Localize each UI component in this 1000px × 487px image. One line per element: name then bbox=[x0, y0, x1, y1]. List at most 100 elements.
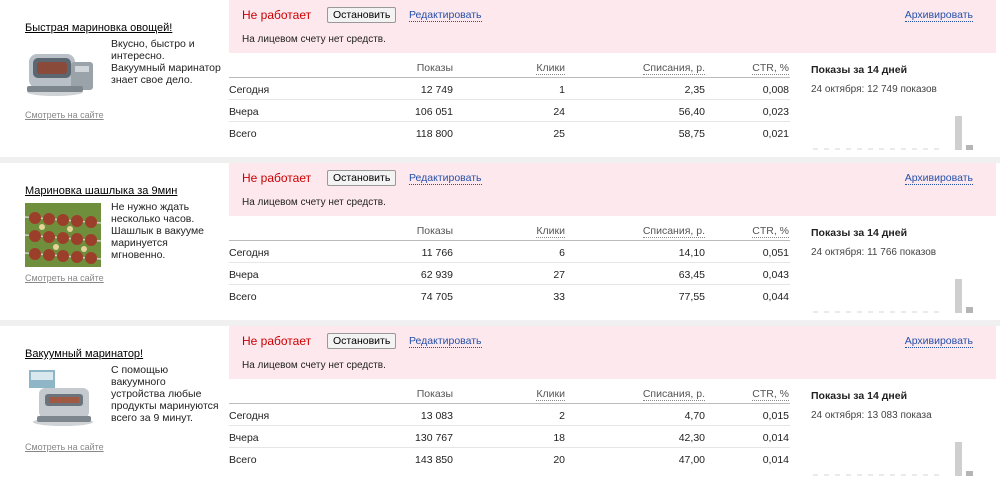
vacuum-device-image bbox=[25, 366, 101, 430]
view-on-site-link[interactable]: Смотреть на сайте bbox=[25, 442, 104, 452]
ctr-header[interactable]: CTR, % bbox=[752, 62, 789, 75]
stats-header: Показы Клики Списания, р. CTR, % bbox=[229, 225, 790, 241]
clicks-header[interactable]: Клики bbox=[536, 388, 565, 401]
ad-block-2: Маринoвка шашлыка за 9мин Не нужно ждать… bbox=[0, 163, 1000, 320]
spend-value: 2,35 bbox=[684, 84, 705, 96]
view-on-site-link[interactable]: Смотреть на сайте bbox=[25, 110, 104, 120]
vacuum-marinator-image bbox=[25, 40, 101, 104]
table-row: Сегодня 13 083 2 4,70 0,015 bbox=[229, 404, 790, 426]
table-row: Вчера 130 767 18 42,30 0,014 bbox=[229, 426, 790, 448]
ad-block-3: Вакуумный маринатор! С помощью вакуумног… bbox=[0, 326, 1000, 483]
ad-text: Вкусно, быстро и интересно. Вакуумный ма… bbox=[111, 38, 221, 86]
spend-value: 63,45 bbox=[678, 269, 705, 281]
spend-value: 4,70 bbox=[684, 410, 705, 422]
stop-button[interactable]: Остановить bbox=[327, 170, 397, 186]
impressions-title: Показы за 14 дней bbox=[811, 390, 908, 402]
row-label: Всего bbox=[229, 128, 257, 140]
row-label: Сегодня bbox=[229, 247, 270, 259]
ctr-value: 0,021 bbox=[762, 128, 789, 140]
archive-link[interactable]: Архивировать bbox=[904, 172, 973, 185]
edit-link[interactable]: Редактировать bbox=[409, 172, 482, 185]
row-label: Сегодня bbox=[229, 410, 270, 422]
shows-value: 106 051 bbox=[415, 106, 453, 118]
spend-value: 77,55 bbox=[678, 291, 705, 303]
clicks-value: 1 bbox=[559, 84, 565, 96]
ad-title-link[interactable]: Маринoвка шашлыка за 9мин bbox=[25, 185, 210, 197]
ctr-header[interactable]: CTR, % bbox=[752, 388, 789, 401]
stop-button[interactable]: Остановить bbox=[327, 333, 397, 349]
stats-header: Показы Клики Списания, р. CTR, % bbox=[229, 62, 790, 78]
status-bar: Не работает Остановить Редактировать Арх… bbox=[229, 163, 996, 216]
ctr-value: 0,014 bbox=[762, 454, 789, 466]
ad-text: С помощью вакуумного устройства любые пр… bbox=[111, 364, 219, 424]
shows-value: 62 939 bbox=[420, 269, 453, 281]
clicks-value: 33 bbox=[553, 291, 565, 303]
table-row: Всего 118 800 25 58,75 0,021 bbox=[229, 122, 790, 144]
impressions-summary: Показы за 14 дней 24 октября: 11 766 пок… bbox=[811, 227, 981, 258]
impressions-title: Показы за 14 дней bbox=[811, 64, 908, 76]
ctr-value: 0,044 bbox=[762, 291, 789, 303]
shows-value: 143 850 bbox=[415, 454, 453, 466]
shows-value: 12 749 bbox=[420, 84, 453, 96]
spend-header[interactable]: Списания, р. bbox=[642, 388, 705, 401]
ad-block-1: Быстрая маринoвка овощей! Вкусно, быстро… bbox=[0, 0, 1000, 157]
clicks-value: 18 bbox=[553, 432, 565, 444]
ctr-value: 0,008 bbox=[762, 84, 789, 96]
ad-preview: Вакуумный маринатор! С помощью вакуумног… bbox=[25, 348, 219, 454]
status-bar: Не работает Остановить Редактировать Арх… bbox=[229, 326, 996, 379]
impressions-summary: Показы за 14 дней 24 октября: 13 083 пок… bbox=[811, 390, 981, 421]
stats-table: Показы Клики Списания, р. CTR, % Сегодня… bbox=[229, 388, 790, 470]
row-label: Всего bbox=[229, 454, 257, 466]
row-label: Вчера bbox=[229, 432, 259, 444]
no-funds-message: На лицевом счету нет средств. bbox=[242, 197, 386, 208]
shows-value: 74 705 bbox=[420, 291, 453, 303]
shashlik-image bbox=[25, 203, 101, 267]
edit-link[interactable]: Редактировать bbox=[409, 9, 482, 22]
shows-value: 118 800 bbox=[415, 128, 453, 140]
no-funds-message: На лицевом счету нет средств. bbox=[242, 360, 386, 371]
table-row: Всего 74 705 33 77,55 0,044 bbox=[229, 285, 790, 307]
spend-header[interactable]: Списания, р. bbox=[642, 225, 705, 238]
row-label: Сегодня bbox=[229, 84, 270, 96]
table-row: Сегодня 12 749 1 2,35 0,008 bbox=[229, 78, 790, 100]
shows-value: 13 083 bbox=[420, 410, 453, 422]
status-label: Не работает bbox=[242, 8, 312, 22]
table-row: Сегодня 11 766 6 14,10 0,051 bbox=[229, 241, 790, 263]
clicks-value: 24 bbox=[553, 106, 565, 118]
edit-link[interactable]: Редактировать bbox=[409, 335, 482, 348]
status-label: Не работает bbox=[242, 334, 312, 348]
impressions-title: Показы за 14 дней bbox=[811, 227, 908, 239]
archive-link[interactable]: Архивировать bbox=[904, 335, 973, 348]
stats-table: Показы Клики Списания, р. CTR, % Сегодня… bbox=[229, 225, 790, 307]
ctr-value: 0,014 bbox=[762, 432, 789, 444]
view-on-site-link[interactable]: Смотреть на сайте bbox=[25, 273, 104, 283]
clicks-value: 20 bbox=[553, 454, 565, 466]
stop-button[interactable]: Остановить bbox=[327, 7, 397, 23]
ad-title-link[interactable]: Быстрая маринoвка овощей! bbox=[25, 22, 210, 34]
status-bar: Не работает Остановить Редактировать Арх… bbox=[229, 0, 996, 53]
table-row: Всего 143 850 20 47,00 0,014 bbox=[229, 448, 790, 470]
clicks-value: 2 bbox=[559, 410, 565, 422]
archive-link[interactable]: Архивировать bbox=[904, 9, 973, 22]
table-row: Вчера 62 939 27 63,45 0,043 bbox=[229, 263, 790, 285]
spend-value: 42,30 bbox=[678, 432, 705, 444]
clicks-header[interactable]: Клики bbox=[536, 62, 565, 75]
shows-value: 11 766 bbox=[421, 247, 453, 259]
row-label: Всего bbox=[229, 291, 257, 303]
status-label: Не работает bbox=[242, 171, 312, 185]
shows-header: Показы bbox=[416, 62, 453, 74]
impressions-sparkline bbox=[813, 279, 973, 313]
spend-value: 56,40 bbox=[678, 106, 705, 118]
ad-title-link[interactable]: Вакуумный маринатор! bbox=[25, 348, 210, 360]
ctr-value: 0,015 bbox=[762, 410, 789, 422]
ctr-header[interactable]: CTR, % bbox=[752, 225, 789, 238]
spend-header[interactable]: Списания, р. bbox=[642, 62, 705, 75]
impressions-subtitle: 24 октября: 12 749 показов bbox=[811, 84, 937, 95]
ctr-value: 0,043 bbox=[762, 269, 789, 281]
clicks-header[interactable]: Клики bbox=[536, 225, 565, 238]
stats-table: Показы Клики Списания, р. CTR, % Сегодня… bbox=[229, 62, 790, 144]
shows-header: Показы bbox=[416, 225, 453, 237]
spend-value: 58,75 bbox=[678, 128, 705, 140]
impressions-subtitle: 24 октября: 11 766 показов bbox=[811, 247, 937, 258]
clicks-value: 6 bbox=[559, 247, 565, 259]
